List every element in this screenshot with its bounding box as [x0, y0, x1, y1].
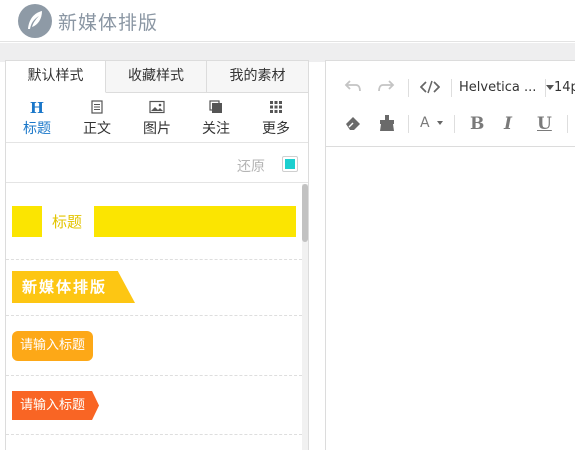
category-bar: H 标题 正文 图片 关注 更多: [6, 97, 308, 143]
font-color-label: A: [420, 115, 430, 131]
style-item[interactable]: 请输入标题: [6, 376, 302, 435]
toolbar-separator: [408, 79, 409, 97]
style-item[interactable]: 新媒体排版: [6, 260, 302, 316]
font-size-select[interactable]: 14p: [554, 80, 575, 95]
image-icon: [128, 99, 186, 117]
font-family-select[interactable]: Helvetica ...: [459, 80, 554, 95]
category-label: 图片: [143, 121, 171, 137]
style-item[interactable]: [6, 435, 302, 450]
feather-logo-icon[interactable]: [18, 4, 52, 38]
brand-title[interactable]: 新媒体排版: [58, 8, 158, 35]
tab-my-materials[interactable]: 我的素材: [207, 61, 308, 93]
editor-area[interactable]: Helvetica ... 14p A B I U: [325, 60, 575, 450]
eraser-icon[interactable]: [344, 115, 362, 135]
category-heading[interactable]: H 标题: [8, 97, 66, 141]
scrollbar-thumb[interactable]: [302, 184, 308, 242]
tab-default-styles[interactable]: 默认样式: [6, 61, 106, 93]
tab-favorite-styles[interactable]: 收藏样式: [106, 61, 207, 93]
panel-tabs: 默认样式 收藏样式 我的素材: [6, 61, 308, 93]
style-panel: 默认样式 收藏样式 我的素材 H 标题 正文 图片 关注 更多 还原 标题 新媒…: [5, 60, 309, 450]
style-list: 标题 新媒体排版 请输入标题 请输入标题: [6, 184, 302, 450]
category-label: 更多: [262, 121, 290, 137]
toolbar-separator: [408, 115, 409, 133]
toolbar-separator: [454, 115, 455, 133]
style-title-text: 标题: [52, 213, 83, 231]
italic-icon[interactable]: I: [504, 114, 512, 134]
style-item[interactable]: 标题: [6, 184, 302, 260]
underline-icon[interactable]: U: [537, 114, 552, 134]
style-title-text: 请输入标题: [12, 391, 100, 420]
category-label: 正文: [83, 121, 111, 137]
style-decoration: [12, 206, 42, 237]
category-label: 标题: [23, 121, 51, 137]
restore-button[interactable]: 还原: [237, 156, 265, 176]
theme-color-picker[interactable]: [282, 156, 298, 172]
category-more[interactable]: 更多: [247, 97, 305, 141]
category-body[interactable]: 正文: [68, 97, 126, 141]
toolbar-separator: [545, 79, 546, 97]
font-color-icon[interactable]: A: [420, 115, 444, 131]
follow-icon: [187, 99, 245, 117]
toolbar-separator: [451, 79, 452, 97]
category-image[interactable]: 图片: [128, 97, 186, 141]
font-family-value: Helvetica ...: [459, 80, 537, 95]
color-row: 还原: [6, 147, 308, 183]
style-title-text: 新媒体排版: [12, 271, 136, 303]
editor-toolbar: Helvetica ... 14p A B I U: [326, 61, 575, 147]
heading-icon: H: [29, 99, 45, 117]
style-list-scrollbar[interactable]: [302, 184, 308, 450]
style-title-text: 请输入标题: [12, 331, 94, 361]
text-doc-icon: [68, 99, 126, 117]
toolbar-separator: [567, 115, 568, 133]
chevron-down-icon: [437, 121, 444, 125]
category-follow[interactable]: 关注: [187, 97, 245, 141]
app-header: 新媒体排版: [0, 0, 575, 42]
redo-icon[interactable]: [377, 79, 395, 97]
style-decoration: [94, 206, 296, 237]
chevron-down-icon: [545, 85, 554, 90]
style-item[interactable]: 请输入标题: [6, 316, 302, 376]
color-swatch: [285, 159, 295, 169]
code-icon[interactable]: [419, 80, 441, 98]
bold-icon[interactable]: B: [470, 114, 484, 134]
brush-icon[interactable]: [379, 115, 395, 136]
category-label: 关注: [202, 121, 230, 137]
grid-icon: [247, 99, 305, 117]
undo-icon[interactable]: [344, 79, 362, 97]
